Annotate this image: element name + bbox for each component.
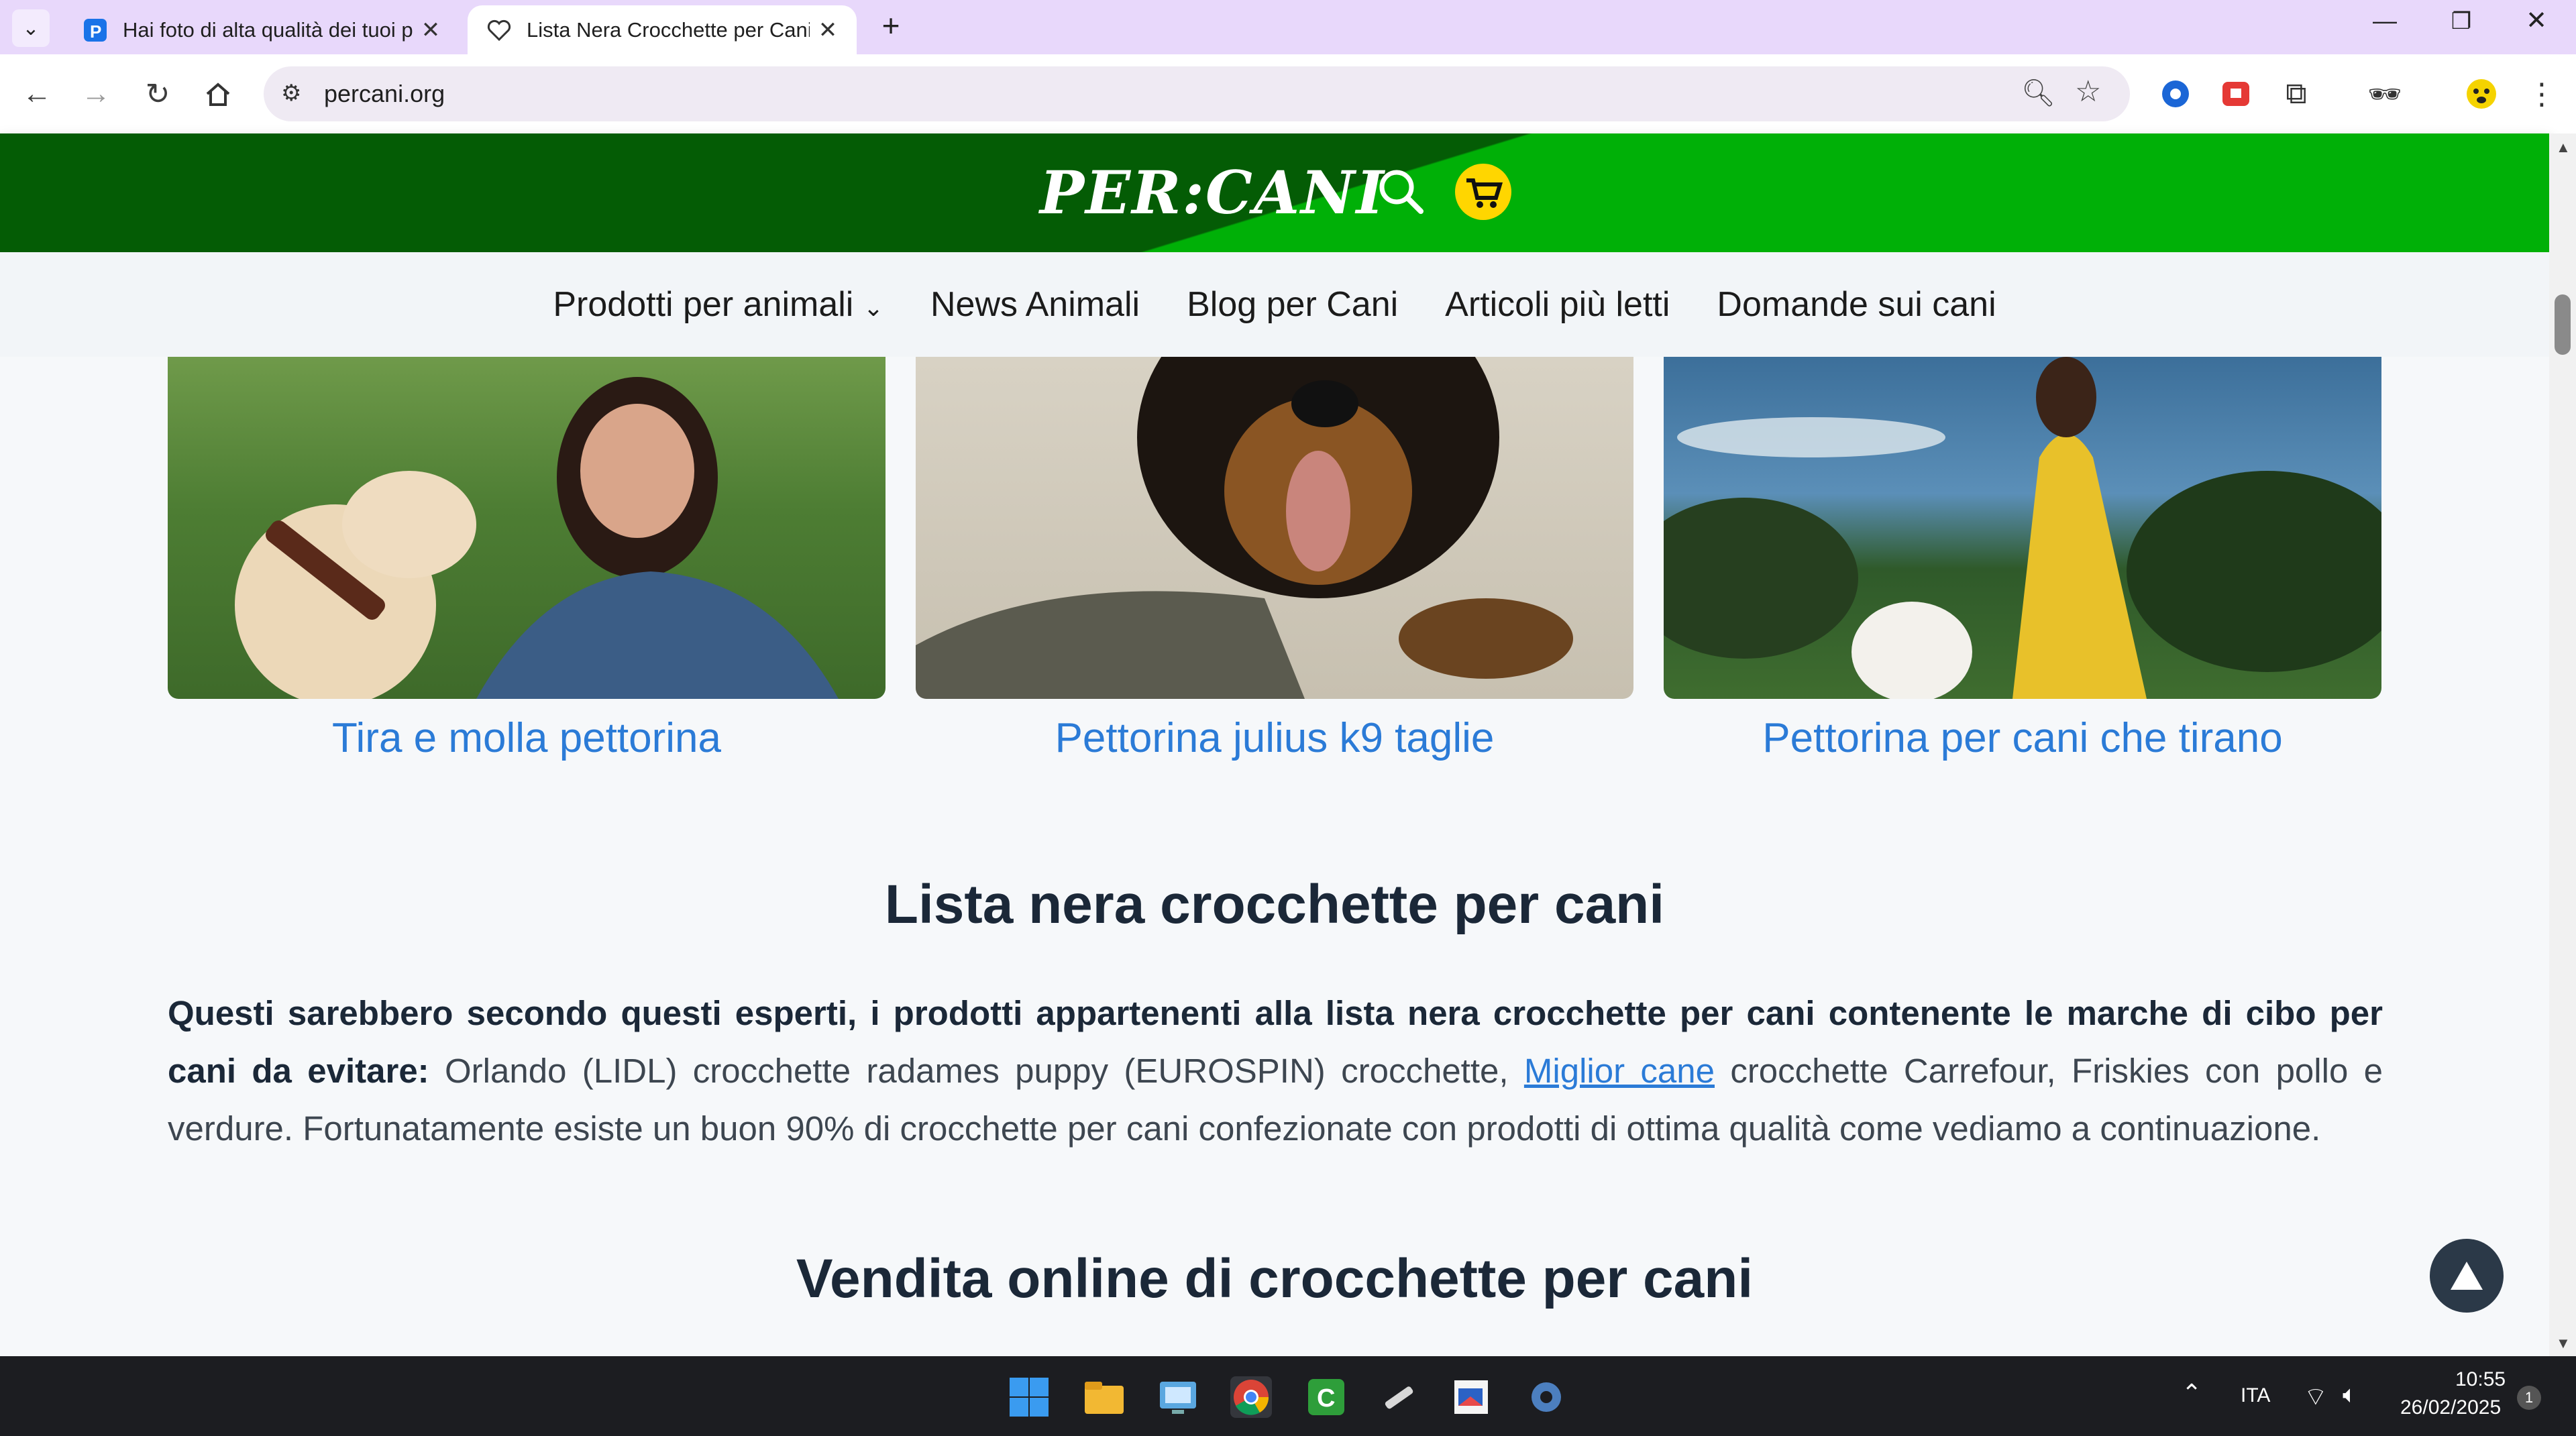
wifi-icon[interactable]: ⌔ [2304,1380,2328,1413]
address-bar[interactable]: ⚙ percani.org 🔍︎ ☆ [264,66,2130,121]
volume-icon[interactable]: 🔈︎ [2343,1380,2357,1409]
chrome-icon[interactable] [1230,1376,1272,1418]
tab-list-dropdown-button[interactable]: ⌄ [12,9,50,47]
nav-item-prodotti[interactable]: Prodotti per animali ⌄ [553,284,883,325]
site-main-nav: Prodotti per animali ⌄ News Animali Blog… [0,252,2549,357]
section-heading-lista-nera: Lista nera crocchette per cani [884,874,1665,935]
arrow-right-icon: → [81,77,111,110]
reload-icon: ↻ [145,77,170,111]
camtasia-icon[interactable]: C [1305,1376,1347,1418]
clock-date[interactable]: 26/02/2025 [2400,1396,2501,1419]
browser-toolbar: ← → ↻ ⚙ percani.org 🔍︎ ☆ ⧉ 🕶︎ ⋮ [0,54,2576,133]
site-info-icon[interactable]: ⚙ [281,80,301,107]
forward-button[interactable]: → [75,73,117,115]
language-indicator[interactable]: ITA [2241,1384,2270,1407]
zoom-icon[interactable]: 🔍︎ [2021,77,2055,109]
close-icon[interactable]: ✕ [421,17,441,44]
close-window-icon[interactable]: ✕ [2520,5,2553,39]
extension-red-icon[interactable] [2215,73,2257,115]
windows-start-icon[interactable] [1008,1376,1050,1418]
triangle-up-icon [2451,1262,2483,1290]
bookmark-star-icon[interactable]: ☆ [2075,74,2101,109]
url-text: percani.org [324,80,445,107]
card-image-woman-labrador[interactable] [168,357,885,699]
section-heading-vendita-online: Vendita online di crocchette per cani [796,1248,1754,1309]
restore-icon[interactable]: ❐ [2445,8,2478,42]
scroll-down-arrow[interactable]: ▼ [2556,1335,2571,1352]
svg-text:C: C [1317,1384,1335,1413]
profile-avatar[interactable] [2461,73,2502,115]
new-tab-button[interactable]: + [872,7,910,44]
scroll-to-top-button[interactable] [2430,1239,2504,1313]
scrollbar-thumb[interactable] [2555,294,2571,355]
home-icon [206,82,230,106]
miglior-cane-link[interactable]: Miglior cane [1524,1052,1715,1090]
paragraph-text: Orlando (LIDL) crocchette radames puppy … [429,1052,1524,1090]
control-panel-icon[interactable] [1157,1376,1199,1418]
home-button[interactable] [197,73,239,115]
card-title[interactable]: Pettorina per cani che tirano [1664,714,2381,762]
close-icon[interactable]: ✕ [818,17,838,44]
chevron-down-icon: ⌄ [863,294,883,321]
site-header: PER:CANI [0,133,2549,252]
extension-blue-icon[interactable] [2155,73,2196,115]
heart-paw-icon [486,17,512,43]
nav-item-articoli[interactable]: Articoli più letti [1445,284,1670,325]
notification-badge[interactable]: 1 [2517,1386,2541,1410]
arrow-left-icon: ← [22,77,52,110]
file-explorer-icon[interactable] [1083,1376,1125,1418]
os-taskbar: C ⌃ ITA ⌔ 🔈︎ 10:55 26/02/2025 1 [0,1356,2576,1436]
minimize-icon[interactable]: — [2368,7,2402,40]
site-logo[interactable]: PER:CANI [1040,158,1385,227]
card-image-woman-maltese[interactable] [1664,357,2381,699]
reload-button[interactable]: ↻ [137,73,178,115]
incognito-icon[interactable]: 🕶︎ [2364,73,2406,115]
browser-tab-1[interactable]: P Hai foto di alta qualità dei tuoi pe ✕ [64,5,460,54]
nav-item-domande[interactable]: Domande sui cani [1717,284,1996,325]
tray-overflow-chevron-icon[interactable]: ⌃ [2182,1379,2202,1407]
svg-text:P: P [90,21,101,42]
menu-kebab-icon[interactable]: ⋮ [2521,73,2563,115]
browser-tab-2[interactable]: Lista Nera Crocchette per Cani: q ✕ [468,5,857,54]
extensions-puzzle-icon[interactable]: ⧉ [2275,73,2317,115]
browser-tab-bar: ⌄ P Hai foto di alta qualità dei tuoi pe… [0,0,2576,54]
card-image-rottweiler[interactable] [916,357,1633,699]
tab-title: Hai foto di alta qualità dei tuoi pe [123,17,413,42]
card-title[interactable]: Pettorina julius k9 taglie [916,714,1633,762]
settings-gear-icon[interactable] [1525,1376,1567,1418]
card-title[interactable]: Tira e molla pettorina [168,714,885,762]
clock-time[interactable]: 10:55 [2455,1368,2506,1391]
p-icon: P [83,17,108,43]
tab-title: Lista Nera Crocchette per Cani: q [527,17,810,42]
page-scrollbar[interactable]: ▲ ▼ [2549,133,2576,1356]
search-icon[interactable] [1377,167,1425,219]
paint-icon[interactable] [1450,1376,1492,1418]
nav-item-blog[interactable]: Blog per Cani [1187,284,1398,325]
scroll-up-arrow[interactable]: ▲ [2556,139,2571,156]
cart-icon[interactable] [1454,163,1512,224]
pen-tool-icon[interactable] [1378,1376,1419,1418]
back-button[interactable]: ← [16,73,58,115]
chevron-down-icon: ⌄ [22,17,40,40]
section-paragraph: Questi sarebbero secondo questi esperti,… [168,985,2383,1158]
nav-item-news[interactable]: News Animali [930,284,1140,325]
